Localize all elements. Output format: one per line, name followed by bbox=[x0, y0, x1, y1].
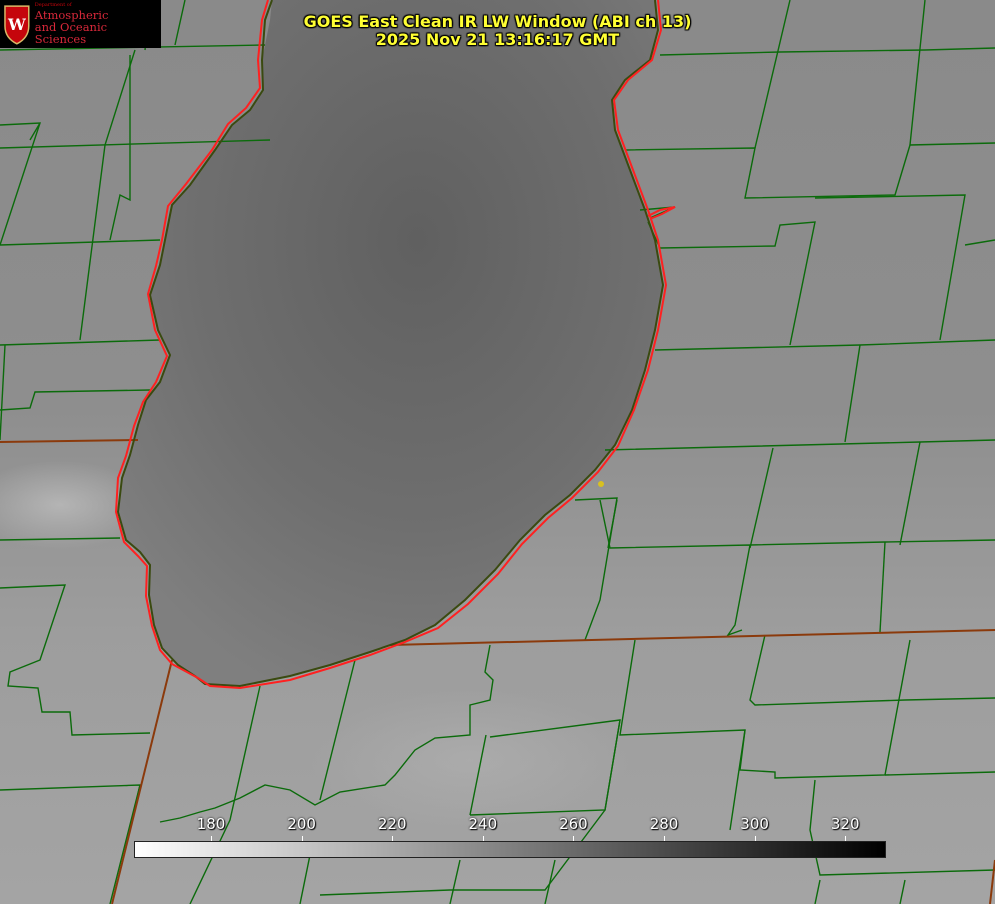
satellite-map: W Department of Atmospheric and Oceanic … bbox=[0, 0, 995, 904]
colorbar-tick-mark bbox=[754, 836, 756, 841]
colorbar-tick-label: 280 bbox=[649, 815, 679, 833]
image-timestamp: 2025 Nov 21 13:16:17 GMT bbox=[375, 30, 620, 49]
colorbar-tick-mark bbox=[392, 836, 394, 841]
colorbar-tick-label: 320 bbox=[830, 815, 860, 833]
image-title: GOES East Clean IR LW Window (ABI ch 13) bbox=[303, 12, 692, 31]
location-marker bbox=[598, 481, 604, 487]
colorbar-tick-mark bbox=[573, 836, 575, 841]
colorbar-tick-mark bbox=[301, 836, 303, 841]
colorbar-tick-mark bbox=[211, 836, 212, 841]
colorbar-tick-mark bbox=[482, 836, 484, 841]
colorbar-tick-label: 180 bbox=[196, 815, 226, 833]
colorbar-tick-label: 260 bbox=[559, 815, 588, 833]
colorbar-tick-mark bbox=[845, 836, 847, 841]
colorbar-tick-label: 300 bbox=[740, 815, 769, 833]
colorbar bbox=[134, 841, 886, 858]
colorbar-tick-label: 200 bbox=[287, 815, 316, 833]
map-canvas bbox=[0, 0, 995, 904]
colorbar-tick-mark bbox=[664, 836, 666, 841]
colorbar-tick-label: 240 bbox=[468, 815, 498, 833]
colorbar-tick-label: 220 bbox=[377, 815, 407, 833]
